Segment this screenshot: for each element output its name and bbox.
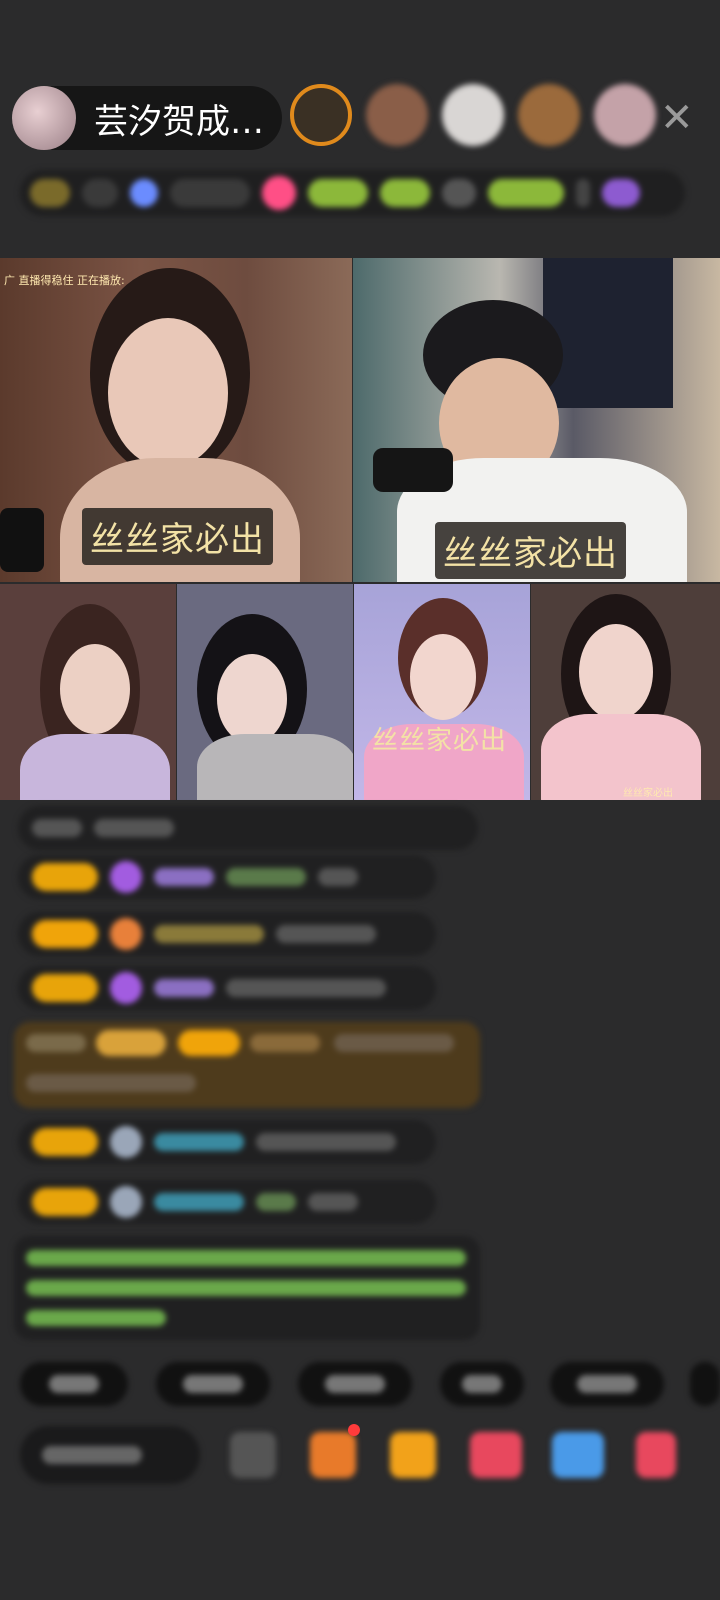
- quick-reply-button[interactable]: [156, 1362, 270, 1406]
- user-avatar: [110, 1186, 142, 1218]
- level-badge: [32, 1188, 98, 1216]
- info-text: [82, 179, 118, 207]
- viewer-avatar[interactable]: [518, 84, 580, 146]
- rank-tag[interactable]: [308, 179, 368, 207]
- quick-reply-button[interactable]: [550, 1362, 664, 1406]
- info-text: [170, 179, 250, 207]
- streamer-face: [410, 634, 476, 720]
- streamer-body: [541, 714, 701, 800]
- gift-icon[interactable]: [602, 179, 640, 207]
- level-badge: [32, 920, 98, 948]
- diamond-icon: [110, 972, 142, 1004]
- viewer-avatar[interactable]: [594, 84, 656, 146]
- fans-icon: [130, 179, 158, 207]
- stream-caption: 丝丝家必出: [82, 508, 273, 565]
- info-text: [442, 179, 476, 207]
- diamond-icon: [110, 861, 142, 893]
- stream-tile-main[interactable]: 广 直播得稳住 正在播放: 丝丝家必出: [0, 258, 352, 582]
- viewer-avatars: [290, 84, 656, 146]
- streamer-face: [108, 318, 228, 468]
- streamer-face: [60, 644, 130, 734]
- user-avatar: [110, 1126, 142, 1158]
- info-text: [576, 179, 590, 207]
- pink-icon[interactable]: [262, 176, 296, 210]
- stream-tile-guest[interactable]: 丝丝家必出: [353, 258, 720, 582]
- stream-tile-small[interactable]: 丝丝家必出: [354, 584, 530, 800]
- rank-tag[interactable]: [488, 179, 564, 207]
- stream-tile-small[interactable]: [177, 584, 353, 800]
- stream-caption: 丝丝家必出: [435, 522, 626, 579]
- stream-corner-text: 广 直播得稳住 正在播放:: [4, 274, 125, 287]
- viewer-avatar[interactable]: [442, 84, 504, 146]
- share-icon[interactable]: [552, 1432, 604, 1478]
- close-icon[interactable]: ✕: [660, 98, 694, 138]
- level-badge: [32, 863, 98, 891]
- host-info[interactable]: 芸汐贺成…: [12, 86, 282, 150]
- streamer-body: [20, 734, 170, 800]
- quick-reply-button[interactable]: [20, 1362, 128, 1406]
- emoji-icon[interactable]: [230, 1432, 276, 1478]
- chat-message: [18, 1180, 436, 1224]
- host-name: 芸汐贺成…: [94, 101, 264, 142]
- info-row[interactable]: [20, 170, 685, 216]
- game-icon[interactable]: [310, 1432, 356, 1478]
- level-badge: [32, 974, 98, 1002]
- stream-tile-small[interactable]: 丝丝家必出: [531, 584, 720, 800]
- chat-message: [18, 912, 436, 956]
- viewer-avatar[interactable]: [290, 84, 352, 146]
- rank-tag[interactable]: [380, 179, 430, 207]
- notification-dot: [348, 1424, 360, 1436]
- stream-caption: 丝丝家必出: [623, 788, 673, 799]
- quick-reply-button[interactable]: [440, 1362, 524, 1406]
- viewer-avatar[interactable]: [366, 84, 428, 146]
- system-notice: [14, 1236, 480, 1340]
- chat-icon[interactable]: [470, 1432, 522, 1478]
- stream-tile-small[interactable]: [0, 584, 176, 800]
- microphone: [0, 508, 44, 572]
- chat-message: [18, 1120, 436, 1164]
- quick-reply-button[interactable]: [690, 1362, 720, 1406]
- streamer-face: [579, 624, 653, 720]
- chat-message: [18, 855, 436, 899]
- chat-message: [18, 806, 478, 850]
- wall-poster: [543, 258, 673, 408]
- more-icon[interactable]: [636, 1432, 676, 1478]
- level-badge: [32, 1128, 98, 1156]
- fan-icon: [110, 918, 142, 950]
- chat-input[interactable]: [20, 1426, 200, 1484]
- chat-message-highlight: [14, 1022, 480, 1108]
- level-badge: [30, 179, 70, 207]
- streamer-body: [197, 734, 353, 800]
- quick-reply-button[interactable]: [298, 1362, 412, 1406]
- stream-caption: 丝丝家必出: [372, 726, 508, 756]
- streamer-face: [217, 654, 287, 744]
- microphone: [373, 448, 453, 492]
- gift-icon[interactable]: [390, 1432, 436, 1478]
- host-avatar[interactable]: [12, 86, 76, 150]
- chat-message: [18, 966, 436, 1010]
